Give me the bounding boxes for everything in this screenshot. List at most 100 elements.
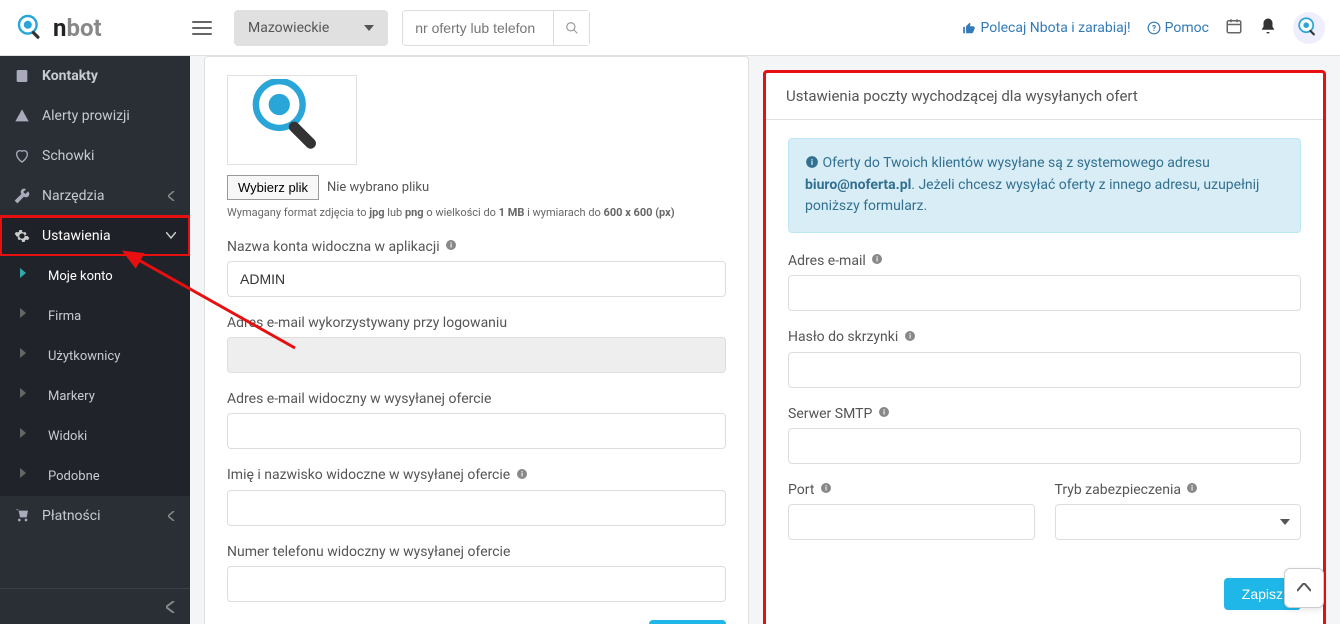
caret-right-icon xyxy=(20,428,36,444)
caret-down-icon xyxy=(364,25,374,31)
login-email-label: Adres e-mail wykorzystywany przy logowan… xyxy=(227,315,726,331)
thumbs-up-icon xyxy=(962,21,976,35)
smtp-email-label: Adres e-mail i xyxy=(788,253,1301,269)
smtp-port-label: Port i xyxy=(788,482,1035,498)
sidebar-label: Markery xyxy=(48,389,176,404)
info-icon[interactable]: i xyxy=(904,330,916,346)
chevron-left-icon xyxy=(166,601,176,613)
avatar[interactable] xyxy=(1293,12,1325,44)
contacts-icon xyxy=(14,68,30,84)
alert-icon xyxy=(14,108,30,124)
search-wrap xyxy=(402,10,590,46)
sidebar-item-alerty[interactable]: Alerty prowizji xyxy=(0,96,190,136)
phone-label: Numer telefonu widoczny w wysyłanej ofer… xyxy=(227,544,726,560)
fullname-input[interactable] xyxy=(227,490,726,526)
info-icon: i xyxy=(805,155,819,169)
left-column: Wybierz plik Nie wybrano pliku Wymagany … xyxy=(204,56,749,610)
recommend-text: Polecaj Nbota i zarabiaj! xyxy=(980,20,1130,36)
offer-email-label: Adres e-mail widoczny w wysyłanej oferci… xyxy=(227,391,726,407)
sidebar-item-schowki[interactable]: Schowki xyxy=(0,136,190,176)
offer-email-input[interactable] xyxy=(227,413,726,449)
svg-text:?: ? xyxy=(1152,22,1156,32)
save-button[interactable]: Zapisz xyxy=(649,620,726,624)
logo-text-bot: bot xyxy=(66,14,101,42)
chevron-up-icon xyxy=(1297,583,1311,593)
info-icon[interactable]: i xyxy=(871,253,883,269)
sidebar-label: Widoki xyxy=(48,429,176,444)
sidebar-collapse[interactable] xyxy=(0,588,190,624)
main: Kontakty Alerty prowizji Schowki Narzędz… xyxy=(0,56,1340,624)
logo-icon xyxy=(15,12,47,44)
svg-text:i: i xyxy=(876,256,878,264)
calendar-icon[interactable] xyxy=(1225,17,1243,39)
sidebar-label: Moje konto xyxy=(48,269,176,284)
caret-right-icon xyxy=(20,268,36,284)
sidebar-item-narzedzia[interactable]: Narzędzia xyxy=(0,176,190,216)
file-row: Wybierz plik Nie wybrano pliku xyxy=(227,175,726,200)
fullname-label: Imię i nazwisko widoczne w wysyłanej ofe… xyxy=(227,467,726,483)
account-name-input[interactable] xyxy=(227,261,726,297)
info-icon[interactable]: i xyxy=(878,406,890,422)
scroll-top-button[interactable] xyxy=(1284,568,1324,608)
search-button[interactable] xyxy=(553,11,589,45)
login-email-input xyxy=(227,337,726,373)
content: Wybierz plik Nie wybrano pliku Wymagany … xyxy=(190,56,1340,624)
help-icon: ? xyxy=(1147,21,1161,35)
avatar-icon xyxy=(1295,14,1323,42)
header-right: Polecaj Nbota i zarabiaj! ? Pomoc xyxy=(962,12,1325,44)
info-icon[interactable]: i xyxy=(820,482,832,498)
caret-right-icon xyxy=(20,308,36,324)
sidebar-label: Kontakty xyxy=(42,68,176,84)
sidebar-item-firma[interactable]: Firma xyxy=(0,296,190,336)
sidebar-label: Płatności xyxy=(42,508,156,524)
sidebar-item-mojekonto[interactable]: Moje konto xyxy=(0,256,190,296)
smtp-security-select[interactable] xyxy=(1055,504,1302,540)
region-label: Mazowieckie xyxy=(248,20,329,36)
account-panel: Wybierz plik Nie wybrano pliku Wymagany … xyxy=(204,56,749,624)
sidebar-item-widoki[interactable]: Widoki xyxy=(0,416,190,456)
logo-text-n: n xyxy=(53,14,66,42)
sidebar-label: Alerty prowizji xyxy=(42,108,176,124)
chevron-left-icon xyxy=(168,191,176,201)
smtp-port-input[interactable] xyxy=(788,504,1035,540)
smtp-password-input[interactable] xyxy=(788,352,1301,388)
info-icon[interactable]: i xyxy=(1186,482,1198,498)
sidebar-item-ustawienia[interactable]: Ustawienia xyxy=(0,216,190,256)
avatar-thumbnail xyxy=(227,75,357,165)
sidebar-item-markery[interactable]: Markery xyxy=(0,376,190,416)
heart-icon xyxy=(14,148,30,164)
info-icon[interactable]: i xyxy=(445,239,457,255)
sidebar-item-kontakty[interactable]: Kontakty xyxy=(0,56,190,96)
caret-right-icon xyxy=(20,468,36,484)
cart-icon xyxy=(14,508,30,524)
smtp-server-input[interactable] xyxy=(788,428,1301,464)
help-link[interactable]: ? Pomoc xyxy=(1147,20,1209,36)
menu-toggle-icon[interactable] xyxy=(190,16,214,40)
header: nbot Mazowieckie Polecaj Nbota i zarabia… xyxy=(0,0,1340,56)
search-input[interactable] xyxy=(403,12,553,44)
svg-text:i: i xyxy=(825,485,827,493)
sidebar-label: Użytkownicy xyxy=(48,349,176,364)
svg-text:i: i xyxy=(450,242,452,250)
smtp-email-input[interactable] xyxy=(788,275,1301,311)
right-column: Ustawienia poczty wychodzącej dla wysyła… xyxy=(763,56,1326,610)
recommend-link[interactable]: Polecaj Nbota i zarabiaj! xyxy=(962,20,1130,36)
bell-icon[interactable] xyxy=(1259,17,1277,39)
logo[interactable]: nbot xyxy=(15,12,190,44)
file-hint: Wymagany format zdjęcia to jpg lub png o… xyxy=(227,206,726,219)
region-select[interactable]: Mazowieckie xyxy=(234,10,388,46)
smtp-password-label: Hasło do skrzynki i xyxy=(788,329,1301,345)
svg-text:i: i xyxy=(1192,485,1194,493)
sidebar-item-uzytkownicy[interactable]: Użytkownicy xyxy=(0,336,190,376)
file-status: Nie wybrano pliku xyxy=(327,180,429,195)
sidebar-item-platnosci[interactable]: Płatności xyxy=(0,496,190,536)
caret-right-icon xyxy=(20,388,36,404)
info-icon[interactable]: i xyxy=(516,468,528,484)
smtp-security-label: Tryb zabezpieczenia i xyxy=(1055,482,1302,498)
name-label: Nazwa konta widoczna w aplikacji i xyxy=(227,239,726,255)
search-icon xyxy=(565,21,579,35)
sidebar-item-podobne[interactable]: Podobne xyxy=(0,456,190,496)
svg-text:i: i xyxy=(811,157,813,167)
choose-file-button[interactable]: Wybierz plik xyxy=(227,175,319,200)
phone-input[interactable] xyxy=(227,566,726,602)
